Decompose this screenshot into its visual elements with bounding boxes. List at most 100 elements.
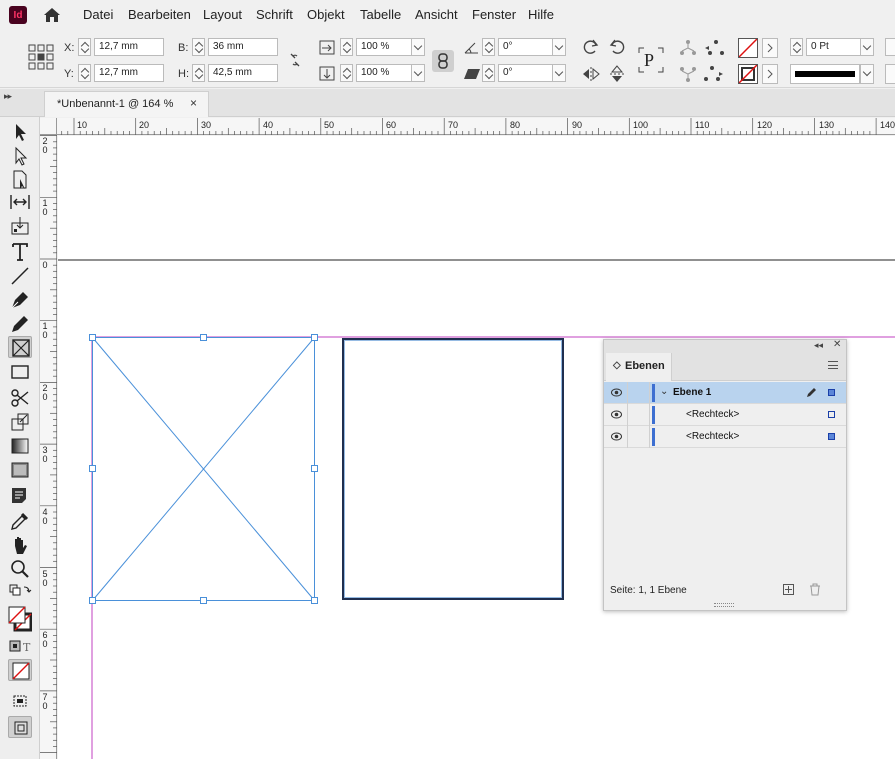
layer-lock-cell[interactable]	[627, 426, 628, 448]
hand-tool[interactable]	[8, 534, 32, 556]
page-tool[interactable]	[8, 169, 32, 191]
trash-icon[interactable]	[809, 583, 821, 596]
layer-lock-cell[interactable]	[627, 404, 628, 426]
screen-mode-button[interactable]	[8, 690, 32, 712]
layer-row[interactable]: ⌄ Ebene 1	[604, 382, 846, 404]
rectangle-frame-tool[interactable]	[8, 336, 32, 358]
shear-field[interactable]: 0°	[498, 64, 553, 82]
stroke-type-select[interactable]	[790, 64, 860, 84]
layer-lock-cell[interactable]	[627, 382, 628, 404]
fill-swatch[interactable]	[738, 38, 758, 58]
scale-x-dropdown[interactable]	[411, 38, 425, 56]
eyedropper-tool[interactable]	[8, 510, 32, 532]
layer-object-row[interactable]: <Rechteck>	[604, 404, 846, 426]
scissors-tool[interactable]	[8, 387, 32, 409]
horizontal-ruler[interactable]: 10 20 30 40 50 60 70 80 90 100 110 120 1…	[57, 118, 895, 135]
height-field[interactable]: 42,5 mm	[208, 64, 278, 82]
shear-dropdown[interactable]	[552, 64, 566, 82]
fill-swatch-dropdown[interactable]	[762, 38, 778, 58]
resize-handle-right[interactable]	[311, 465, 318, 472]
vertical-ruler[interactable]: 2 0 1 0 0 1 0 2 0 3 0 4 0 5 0 6 0 7 0	[40, 135, 57, 759]
stroke-type-dropdown[interactable]	[860, 64, 874, 84]
free-transform-tool[interactable]	[8, 411, 32, 433]
gap-tool[interactable]	[8, 191, 32, 213]
view-mode-button[interactable]	[8, 716, 32, 738]
layer-object-row[interactable]: <Rechteck>	[604, 426, 846, 448]
selected-graphic-frame[interactable]	[89, 334, 318, 604]
x-field[interactable]: 12,7 mm	[94, 38, 164, 56]
rectangle-tool[interactable]	[8, 361, 32, 383]
type-tool[interactable]	[8, 241, 32, 263]
resize-handle-bottom-left[interactable]	[89, 597, 96, 604]
resize-handle-bottom[interactable]	[200, 597, 207, 604]
select-previous-icon[interactable]	[704, 38, 724, 58]
select-next-icon[interactable]	[704, 64, 724, 84]
control-overflow-2[interactable]	[885, 64, 895, 84]
rectangle-shape[interactable]	[342, 338, 564, 600]
ruler-corner[interactable]	[40, 118, 57, 135]
resize-handle-bottom-right[interactable]	[311, 597, 318, 604]
flip-vertical-icon[interactable]	[607, 64, 627, 84]
stroke-weight-field[interactable]: 0 Pt	[806, 38, 861, 56]
note-tool[interactable]	[8, 485, 32, 507]
stroke-swatch[interactable]	[738, 64, 758, 84]
visibility-eye-icon[interactable]	[611, 410, 622, 419]
menu-fenster[interactable]: Fenster	[472, 7, 516, 22]
scale-x-stepper[interactable]	[340, 38, 353, 56]
select-content-icon[interactable]	[678, 64, 698, 84]
stroke-swatch-dropdown[interactable]	[762, 64, 778, 84]
direct-selection-tool[interactable]	[8, 145, 32, 167]
scale-y-field[interactable]: 100 %	[356, 64, 412, 82]
flip-horizontal-icon[interactable]	[581, 64, 601, 84]
close-panel-icon[interactable]: ✕	[833, 339, 841, 350]
panel-menu-icon[interactable]	[828, 361, 838, 369]
menu-bearbeiten[interactable]: Bearbeiten	[128, 7, 191, 22]
panel-resize-grip[interactable]	[714, 603, 734, 607]
resize-handle-top-right[interactable]	[311, 334, 318, 341]
selection-tool[interactable]	[8, 121, 32, 143]
fill-stroke-swatches[interactable]	[8, 604, 33, 634]
menu-schrift[interactable]: Schrift	[256, 7, 293, 22]
pen-tool[interactable]	[8, 289, 32, 311]
chevron-down-icon[interactable]: ⌄	[660, 386, 668, 397]
apply-none-button[interactable]	[8, 659, 32, 681]
layer-selection-square[interactable]	[828, 389, 835, 396]
scale-x-field[interactable]: 100 %	[356, 38, 412, 56]
visibility-eye-icon[interactable]	[611, 388, 622, 397]
close-tab-icon[interactable]: ×	[190, 96, 197, 110]
constrain-proportions-icon[interactable]	[285, 50, 305, 70]
menu-tabelle[interactable]: Tabelle	[360, 7, 401, 22]
rotate-cw-icon[interactable]	[581, 37, 601, 57]
x-stepper[interactable]	[78, 38, 91, 56]
gradient-swatch-tool[interactable]	[8, 435, 32, 457]
y-field[interactable]: 12,7 mm	[94, 64, 164, 82]
stroke-weight-dropdown[interactable]	[860, 38, 874, 56]
rotate-ccw-icon[interactable]	[607, 37, 627, 57]
rotation-stepper[interactable]	[482, 38, 495, 56]
menu-objekt[interactable]: Objekt	[307, 7, 345, 22]
visibility-eye-icon[interactable]	[611, 432, 622, 441]
document-tab[interactable]: *Unbenannt-1 @ 164 % ×	[44, 91, 209, 117]
collapse-tools-icon[interactable]: ▸▸	[4, 91, 12, 102]
select-container-icon[interactable]	[678, 38, 698, 58]
shear-stepper[interactable]	[482, 64, 495, 82]
pencil-tool[interactable]	[8, 313, 32, 335]
resize-handle-top[interactable]	[200, 334, 207, 341]
new-layer-icon[interactable]	[783, 584, 794, 595]
rotation-field[interactable]: 0°	[498, 38, 553, 56]
content-collector-tool[interactable]	[8, 215, 32, 237]
y-stepper[interactable]	[78, 64, 91, 82]
tab-layers[interactable]: ◇ Ebenen	[606, 353, 672, 381]
default-fill-stroke[interactable]	[8, 583, 32, 605]
scale-y-dropdown[interactable]	[411, 64, 425, 82]
collapse-panel-icon[interactable]: ◂◂	[814, 340, 823, 351]
height-stepper[interactable]	[192, 64, 205, 82]
width-stepper[interactable]	[192, 38, 205, 56]
object-selection-square[interactable]	[828, 433, 835, 440]
formatting-affects-container[interactable]: T	[8, 638, 32, 654]
reference-point-icon[interactable]	[28, 44, 54, 70]
width-field[interactable]: 36 mm	[208, 38, 278, 56]
line-tool[interactable]	[8, 265, 32, 287]
layers-panel-titlebar[interactable]: ◂◂ ✕	[604, 339, 846, 353]
control-overflow[interactable]	[885, 38, 895, 56]
